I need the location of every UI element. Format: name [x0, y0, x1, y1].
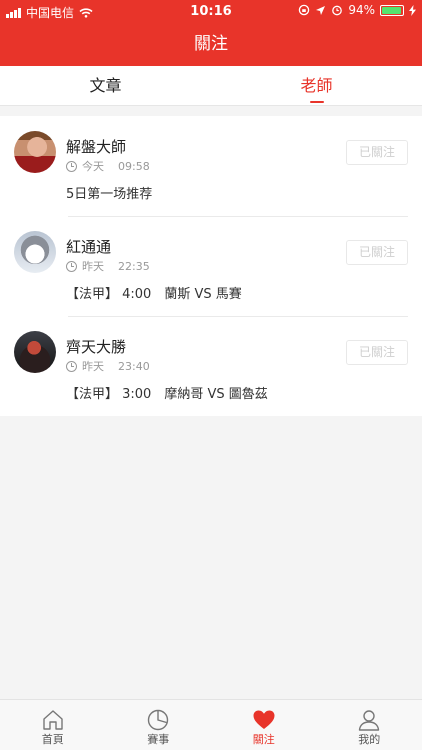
tab-teachers[interactable]: 老師 — [211, 66, 422, 105]
battery-percent: 94% — [348, 3, 375, 17]
schedule-icon — [148, 709, 169, 731]
bottom-tab-bar: 首頁 賽事 關注 我的 — [0, 699, 422, 750]
post-time: 今天 09:58 — [66, 158, 150, 174]
teacher-card[interactable]: 齊天大勝 昨天 23:40 已關注 【法甲】 3:00 摩納哥 VS 圖魯茲 — [0, 316, 422, 416]
post-day: 昨天 — [82, 360, 104, 373]
avatar[interactable] — [14, 331, 56, 373]
bottom-tab-profile[interactable]: 我的 — [317, 700, 422, 750]
home-icon — [43, 710, 63, 730]
avatar[interactable] — [14, 231, 56, 273]
teacher-name: 紅通通 — [66, 238, 112, 256]
post-time: 昨天 22:35 — [66, 258, 150, 274]
bottom-tab-label: 首頁 — [41, 733, 64, 746]
teacher-card[interactable]: 解盤大師 今天 09:58 已關注 5日第一场推荐 — [0, 116, 422, 216]
page-title: 關注 — [194, 34, 228, 54]
bottom-tab-events[interactable]: 賽事 — [106, 700, 212, 750]
followed-button[interactable]: 已關注 — [346, 340, 408, 365]
recommendation-summary[interactable]: 【法甲】 3:00 摩納哥 VS 圖魯茲 — [66, 383, 268, 402]
clock-icon — [66, 260, 77, 272]
bottom-tab-label: 關注 — [252, 733, 275, 746]
profile-icon — [359, 710, 380, 731]
recommendation-summary[interactable]: 5日第一场推荐 — [66, 183, 152, 202]
bottom-tab-home[interactable]: 首頁 — [0, 700, 106, 750]
clock-icon — [66, 360, 77, 372]
followed-button[interactable]: 已關注 — [346, 240, 408, 265]
teacher-name: 解盤大師 — [66, 138, 127, 156]
recommendation-summary[interactable]: 【法甲】 4:00 蘭斯 VS 馬賽 — [66, 283, 242, 302]
followed-button[interactable]: 已關注 — [346, 140, 408, 165]
clock-icon — [66, 160, 77, 172]
segment-tabs: 文章 老師 — [0, 66, 422, 106]
nav-bar: 關注 — [0, 22, 422, 66]
bottom-tab-label: 賽事 — [147, 733, 170, 746]
alarm-icon — [332, 5, 343, 16]
tab-articles[interactable]: 文章 — [0, 66, 211, 105]
heart-icon — [253, 710, 275, 729]
teacher-name: 齊天大勝 — [66, 338, 127, 356]
post-time-value: 22:35 — [118, 259, 150, 273]
avatar[interactable] — [14, 131, 56, 173]
location-icon — [316, 5, 326, 15]
status-bar: 中国电信 10:16 94% — [0, 0, 422, 22]
bottom-tab-label: 我的 — [358, 733, 381, 746]
teacher-card[interactable]: 紅通通 昨天 22:35 已關注 【法甲】 4:00 蘭斯 VS 馬賽 — [0, 216, 422, 316]
teacher-list: 解盤大師 今天 09:58 已關注 5日第一场推荐 紅通通 昨天 22:35 已… — [0, 116, 422, 416]
post-day: 昨天 — [82, 260, 104, 273]
bottom-tab-following[interactable]: 關注 — [211, 700, 317, 750]
battery-icon — [380, 4, 404, 16]
post-time-value: 23:40 — [118, 359, 150, 373]
post-time-value: 09:58 — [118, 159, 150, 173]
rotation-lock-icon — [299, 4, 310, 16]
charging-icon — [409, 4, 416, 16]
status-right: 94% — [298, 3, 416, 17]
post-time: 昨天 23:40 — [66, 358, 150, 374]
post-day: 今天 — [82, 160, 104, 173]
